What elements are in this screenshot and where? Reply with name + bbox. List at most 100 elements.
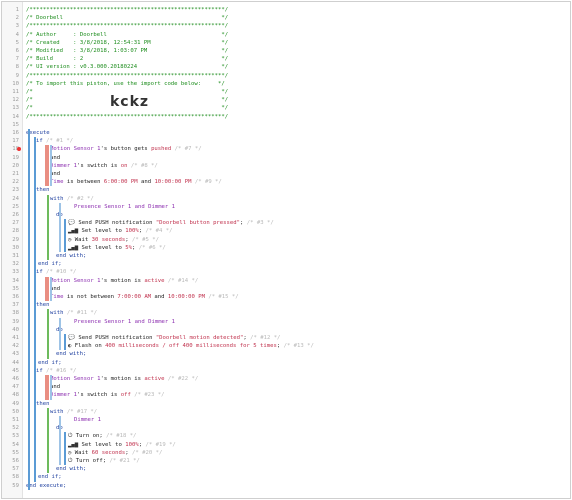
line-number: 9 — [15, 72, 19, 79]
blank-line[interactable] — [26, 121, 566, 129]
header-line[interactable]: /* Modified : 3/8/2018, 1:03:07 PM */ — [26, 47, 566, 55]
condition-value: active — [144, 376, 165, 382]
end-execute-line[interactable]: end execute; — [26, 482, 566, 490]
operator-line[interactable]: and — [50, 383, 566, 391]
end-with-line[interactable]: end with; — [56, 252, 566, 260]
action-text: Turn off — [75, 458, 103, 464]
signal-icon: ▂▄▆ — [68, 244, 82, 251]
devices-line[interactable]: Presence Sensor 1 and Dimmer 1 — [74, 318, 566, 326]
condition-selection[interactable] — [45, 145, 49, 187]
condition-selection[interactable] — [45, 375, 49, 400]
do-line[interactable]: do — [56, 211, 566, 219]
line-number: 32 — [12, 261, 19, 268]
end-if-line[interactable]: end if; — [38, 473, 566, 481]
action-line[interactable]: ⏻ Turn off; /* #21 */ — [68, 457, 566, 465]
header-line[interactable]: /* UI version : v0.3.000.20180224 */ — [26, 63, 566, 71]
header-line[interactable]: /***************************************… — [26, 72, 566, 80]
code-comment: /* #17 */ — [63, 408, 98, 415]
end-if-line[interactable]: end if; — [38, 359, 566, 367]
then-line[interactable]: then — [36, 400, 566, 408]
action-line[interactable]: ▂▄▆ Set level to 100%; /* #19 */ — [68, 441, 566, 449]
header-line[interactable]: /* Build : 2 */ — [26, 55, 566, 63]
piston-code-editor[interactable]: 1 2 3 4 5 6 7 8 9 10 11 12 13 14 15 16 17 18 19 20 21 22 23 24 2… — [1, 1, 571, 499]
action-text: Set level to — [81, 228, 126, 235]
devices-line[interactable]: Presence Sensor 1 and Dimmer 1 — [74, 203, 566, 211]
header-line[interactable]: /***************************************… — [26, 113, 566, 121]
condition-line[interactable]: Dimmer 1's switch is on /* #8 */ — [50, 162, 566, 170]
header-line[interactable]: /* To import this piston, use the import… — [26, 80, 566, 88]
action-line[interactable]: ▂▄▆ Set level to 5%; /* #6 */ — [68, 244, 566, 252]
header-line[interactable]: /* */ — [26, 96, 566, 104]
action-line[interactable]: ◷ Wait 30 seconds; /* #5 */ — [68, 236, 566, 244]
operator-line[interactable]: and — [50, 154, 566, 162]
end-with-line[interactable]: end with; — [56, 350, 566, 358]
end-with-keyword: end with; — [56, 351, 87, 358]
action-text: Set level to — [81, 441, 126, 448]
action-line[interactable]: ▂▄▆ Set level to 100%; /* #4 */ — [68, 227, 566, 235]
then-line[interactable]: then — [36, 186, 566, 194]
code-comment: /* #23 */ — [130, 392, 165, 399]
then-line[interactable]: then — [36, 301, 566, 309]
if-line[interactable]: if /* #1 */ — [36, 137, 566, 145]
action-line[interactable]: ⏻ Turn on; /* #18 */ — [68, 432, 566, 440]
line-number: 50 — [12, 408, 19, 415]
action-line[interactable]: ◐ Flash on 400 milliseconds / off 400 mi… — [68, 342, 566, 350]
line-number: 38 — [12, 310, 19, 317]
if-block-bar — [34, 268, 36, 367]
with-line[interactable]: with /* #17 */ — [50, 408, 566, 416]
execute-line[interactable]: execute — [26, 129, 566, 137]
code-comment: /* #6 */ — [135, 244, 166, 251]
line-number: 36 — [12, 294, 19, 300]
code-comment: /* #16 */ — [42, 367, 77, 374]
devices-line[interactable]: Dimmer 1 — [74, 416, 566, 424]
operator-line[interactable]: and — [50, 285, 566, 293]
with-line[interactable]: with /* #2 */ — [50, 195, 566, 203]
header-line[interactable]: /* */ — [26, 88, 566, 96]
line-number: 59 — [12, 482, 19, 489]
header-line[interactable]: /* */ — [26, 104, 566, 112]
chat-icon: 💬 — [68, 220, 79, 227]
condition-line[interactable]: Motion Sensor 1's button gets pushed /* … — [50, 145, 566, 153]
header-line[interactable]: /* Author : Doorbell */ — [26, 31, 566, 39]
code-comment: /* #14 */ — [164, 277, 199, 284]
header-comment: /* Author : Doorbell */ — [26, 31, 229, 38]
header-line[interactable]: /***************************************… — [26, 22, 566, 30]
end-if-line[interactable]: end if; — [38, 260, 566, 268]
action-text: Send PUSH notification — [78, 220, 156, 227]
line-number: 40 — [12, 326, 19, 333]
condition-value: 6:00:00 PM — [103, 179, 138, 186]
condition-value: 7:00:00 AM — [117, 294, 152, 300]
action-text: Wait — [74, 236, 92, 243]
condition-line[interactable]: Motion Sensor 1's motion is active /* #2… — [50, 375, 566, 383]
condition-text: 's button gets — [100, 146, 152, 153]
with-line[interactable]: with /* #11 */ — [50, 309, 566, 317]
end-if-keyword: end if; — [38, 474, 62, 481]
end-with-keyword: end with; — [56, 253, 87, 259]
line-number: 31 — [12, 253, 19, 259]
do-block-bar — [64, 334, 66, 351]
action-line[interactable]: 💬 Send PUSH notification "Doorbell motio… — [68, 334, 566, 342]
end-with-line[interactable]: end with; — [56, 465, 566, 473]
do-line[interactable]: do — [56, 424, 566, 432]
if-line[interactable]: if /* #16 */ — [36, 367, 566, 375]
condition-selection[interactable] — [45, 276, 49, 302]
header-comment: /* Modified : 3/8/2018, 1:03:07 PM */ — [26, 48, 229, 54]
code-comment: /* #11 */ — [63, 310, 98, 317]
condition-line[interactable]: Motion Sensor 1's motion is active /* #1… — [50, 277, 566, 285]
line-number: 29 — [12, 236, 19, 243]
operator-line[interactable]: and — [50, 170, 566, 178]
header-comment: /* Doorbell */ — [26, 15, 229, 22]
header-line[interactable]: /* Created : 3/8/2018, 12:54:31 PM */ — [26, 39, 566, 47]
breakpoint-icon[interactable] — [17, 147, 21, 152]
header-line[interactable]: /***************************************… — [26, 6, 566, 14]
do-line[interactable]: do — [56, 326, 566, 334]
power-icon: ⏻ — [68, 433, 76, 440]
condition-line[interactable]: Dimmer 1's switch is off /* #23 */ — [50, 391, 566, 399]
if-line[interactable]: if /* #10 */ — [36, 268, 566, 276]
condition-line[interactable]: Time is between 6:00:00 PM and 10:00:00 … — [50, 178, 566, 186]
header-line[interactable]: /* Doorbell */ — [26, 14, 566, 22]
action-line[interactable]: 💬 Send PUSH notification "Doorbell butto… — [68, 219, 566, 227]
condition-line[interactable]: Time is not between 7:00:00 AM and 10:00… — [50, 293, 566, 301]
action-line[interactable]: ◷ Wait 60 seconds; /* #20 */ — [68, 449, 566, 457]
line-number: 34 — [12, 277, 19, 284]
